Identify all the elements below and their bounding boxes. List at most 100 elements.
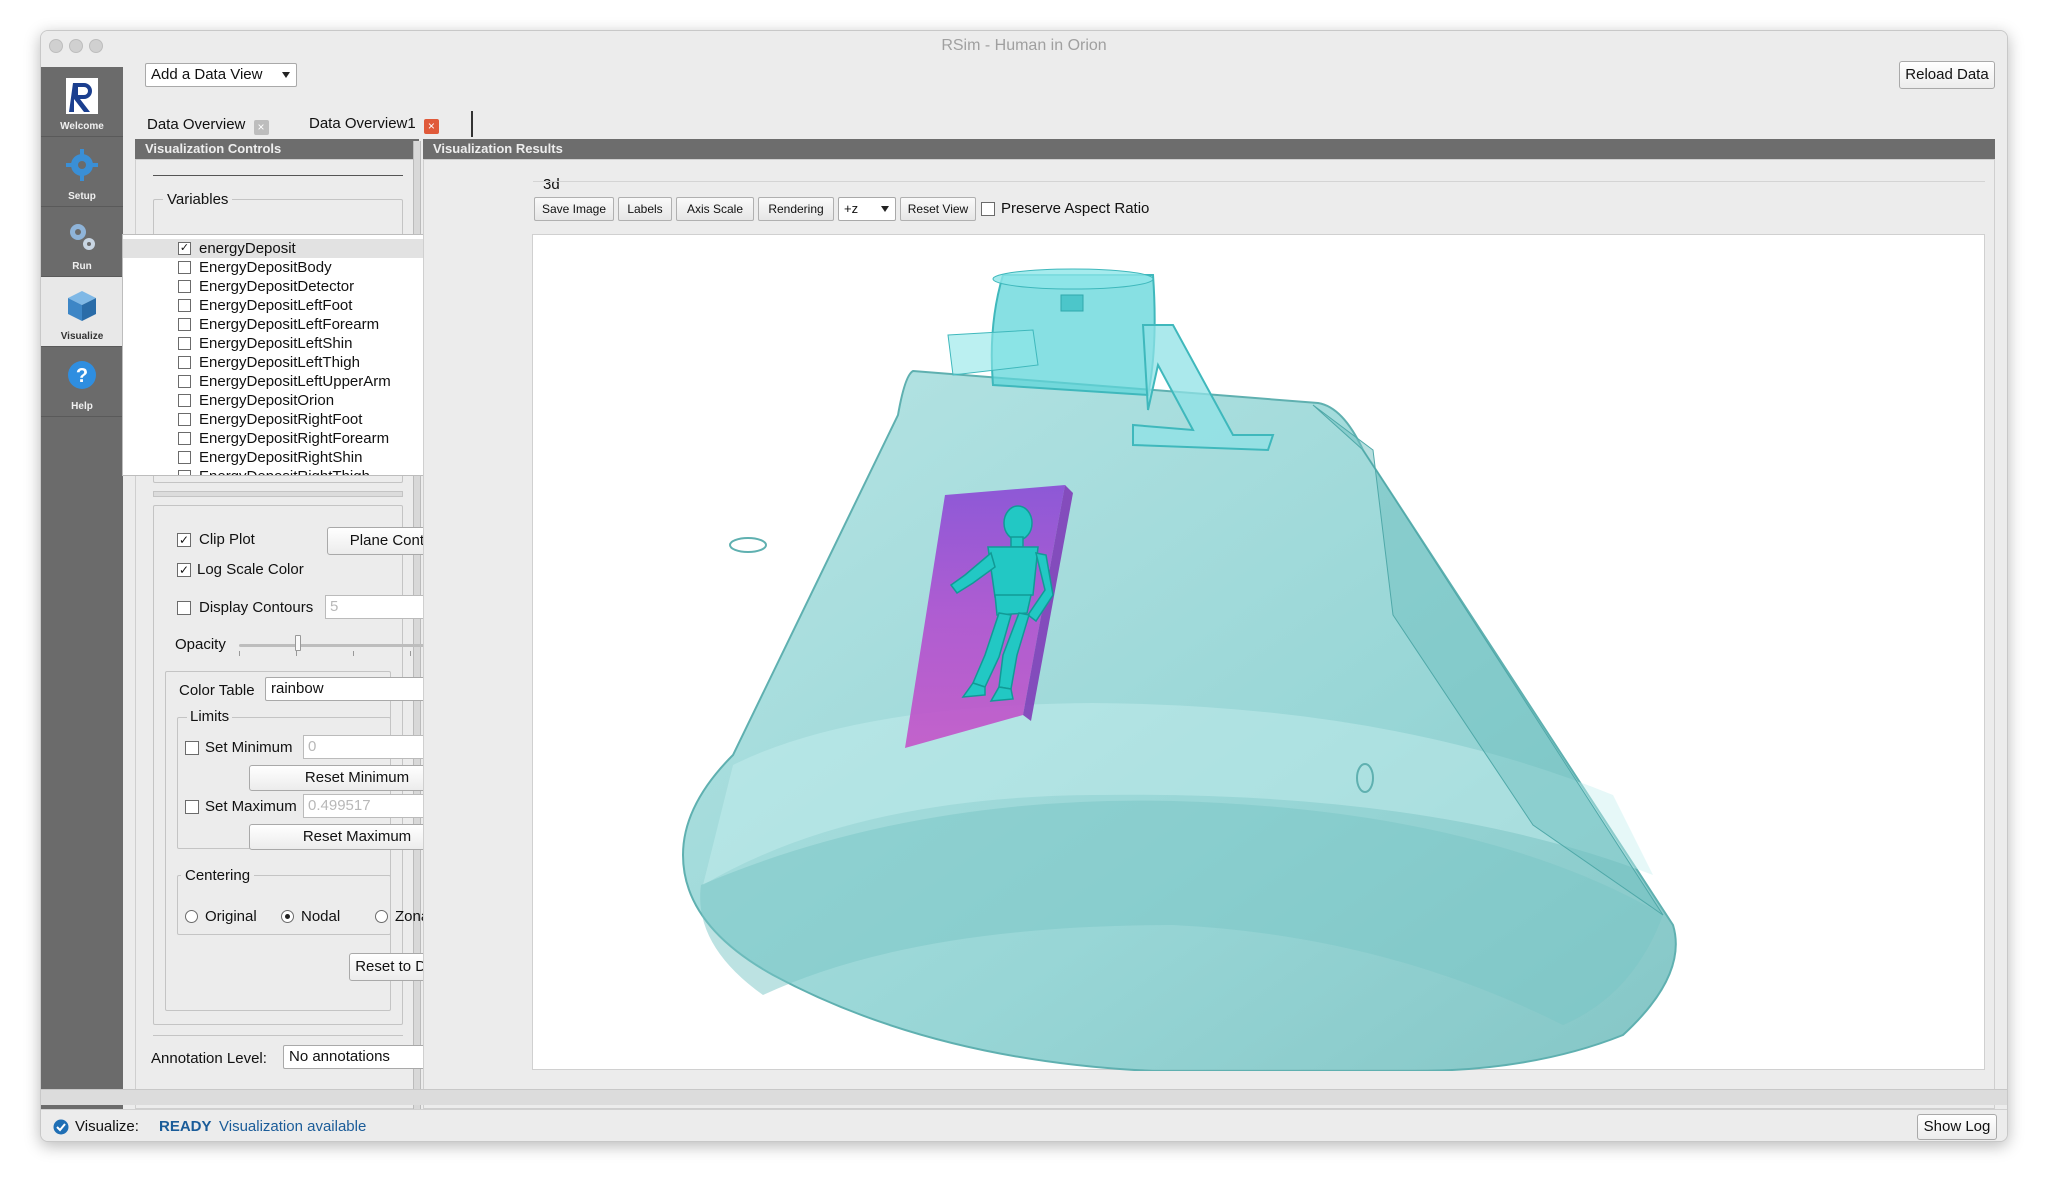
save-image-button[interactable]: Save Image: [534, 197, 614, 221]
centering-nodal-radio[interactable]: [281, 910, 294, 923]
variable-row[interactable]: EnergyDepositLeftShin: [123, 334, 433, 353]
status-label: Visualize:: [75, 1118, 139, 1135]
variable-checkbox[interactable]: [178, 413, 191, 426]
variable-row[interactable]: EnergyDepositLeftFoot: [123, 296, 433, 315]
zoom-window-button[interactable]: [89, 39, 103, 53]
variable-checkbox[interactable]: [178, 337, 191, 350]
variable-checkbox[interactable]: [178, 451, 191, 464]
centering-original-radio[interactable]: [185, 910, 198, 923]
log-scale-checkbox[interactable]: ✓: [177, 563, 191, 577]
tab-data-overview[interactable]: Data Overview ×: [135, 113, 295, 137]
sidebar-item-label: Run: [72, 261, 92, 272]
tab-close-icon[interactable]: ×: [253, 120, 269, 135]
rendering-button[interactable]: Rendering: [758, 197, 834, 221]
gear-icon: [66, 149, 98, 181]
variable-checkbox[interactable]: [178, 261, 191, 274]
variables-title: Variables: [163, 191, 233, 208]
add-data-view-label: Add a Data View: [151, 66, 263, 83]
variable-label: energyDeposit: [199, 240, 296, 257]
variable-checkbox[interactable]: [178, 318, 191, 331]
status-bar: Visualize: READY Visualization available…: [41, 1109, 2007, 1141]
axis-scale-button[interactable]: Axis Scale: [676, 197, 754, 221]
chevron-down-icon: [282, 72, 290, 78]
variable-checkbox[interactable]: [178, 280, 191, 293]
centering-zonal-radio[interactable]: [375, 910, 388, 923]
reload-data-button[interactable]: Reload Data: [1899, 61, 1995, 89]
visualization-results-header: Visualization Results: [423, 139, 1995, 159]
sidebar-item-label: Welcome: [60, 121, 104, 132]
variable-row[interactable]: EnergyDepositDetector: [123, 277, 433, 296]
variable-label: EnergyDepositBody: [199, 259, 332, 276]
clip-plot-checkbox[interactable]: ✓: [177, 533, 191, 547]
opacity-label: Opacity: [175, 636, 226, 653]
set-minimum-checkbox[interactable]: [185, 741, 199, 755]
annotation-level-label: Annotation Level:: [151, 1050, 267, 1067]
sidebar-item-help[interactable]: ? Help: [41, 347, 123, 417]
chevron-down-icon: [881, 206, 889, 212]
variable-label: EnergyDepositLeftFoot: [199, 297, 353, 314]
reset-view-button[interactable]: Reset View: [900, 197, 976, 221]
variable-label: EnergyDepositLeftThigh: [199, 354, 360, 371]
variable-row[interactable]: EnergyDepositOrion: [123, 391, 433, 410]
clip-plot-label: Clip Plot: [199, 531, 255, 548]
tower-top-ring: [992, 268, 1154, 290]
opacity-slider-handle[interactable]: [295, 635, 301, 651]
variable-checkbox[interactable]: ✓: [178, 242, 191, 255]
axis-direction-select[interactable]: +z: [838, 197, 896, 221]
variables-splitter[interactable]: [153, 491, 403, 497]
add-data-view-select[interactable]: Add a Data View: [145, 63, 297, 87]
set-maximum-checkbox[interactable]: [185, 800, 199, 814]
variable-label: EnergyDepositOrion: [199, 392, 335, 409]
labels-button[interactable]: Labels: [618, 197, 672, 221]
gears-icon: [70, 224, 95, 250]
limits-title: Limits: [187, 708, 233, 725]
variable-label: EnergyDepositRightThigh: [199, 467, 370, 475]
divider: [153, 1035, 403, 1036]
sidebar-item-visualize[interactable]: Visualize: [41, 277, 123, 347]
variable-row[interactable]: EnergyDepositLeftUpperArm: [123, 372, 433, 391]
tab-label: Data Overview: [147, 116, 246, 133]
variable-checkbox[interactable]: [178, 432, 191, 445]
variable-row[interactable]: ✓ energyDeposit: [123, 239, 433, 258]
tab-close-icon[interactable]: ×: [423, 119, 439, 134]
close-window-button[interactable]: [49, 39, 63, 53]
centering-original-label: Original: [205, 908, 257, 925]
display-contours-checkbox[interactable]: [177, 601, 191, 615]
tab-label: Data Overview1: [309, 115, 416, 132]
app-window: RSim - Human in Orion Welcome Setup Run …: [40, 30, 2008, 1142]
variable-checkbox[interactable]: [178, 356, 191, 369]
variable-row[interactable]: EnergyDepositLeftThigh: [123, 353, 433, 372]
variable-label: EnergyDepositRightForearm: [199, 430, 390, 447]
variable-row[interactable]: EnergyDepositRightFoot: [123, 410, 433, 429]
orion-3d-render: [681, 268, 1677, 1072]
bottom-splitter[interactable]: [41, 1089, 2007, 1105]
variable-checkbox[interactable]: [178, 470, 191, 475]
tab-data-overview1[interactable]: Data Overview1 ×: [297, 111, 473, 137]
log-scale-label: Log Scale Color: [197, 561, 304, 578]
sidebar-item-run[interactable]: Run: [41, 207, 123, 277]
axis-direction-value: +z: [844, 201, 859, 216]
sidebar-item-welcome[interactable]: Welcome: [41, 67, 123, 137]
variable-checkbox[interactable]: [178, 394, 191, 407]
preserve-aspect-label: Preserve Aspect Ratio: [1001, 200, 1150, 217]
set-maximum-label: Set Maximum: [205, 798, 297, 815]
window-title: RSim - Human in Orion: [941, 37, 1107, 54]
variable-checkbox[interactable]: [178, 375, 191, 388]
render-viewport[interactable]: [532, 234, 1985, 1072]
variable-label: EnergyDepositLeftShin: [199, 335, 353, 352]
capsule-port-detail: [729, 537, 767, 553]
rsim-logo-icon: [66, 78, 98, 114]
variable-row[interactable]: EnergyDepositRightForearm: [123, 429, 433, 448]
variable-row[interactable]: EnergyDepositLeftForearm: [123, 315, 433, 334]
sidebar-item-setup[interactable]: Setup: [41, 137, 123, 207]
divider: [533, 181, 1985, 182]
preserve-aspect-checkbox[interactable]: [981, 202, 995, 216]
minimize-window-button[interactable]: [69, 39, 83, 53]
variable-label: EnergyDepositRightShin: [199, 449, 363, 466]
variable-row[interactable]: EnergyDepositRightThigh: [123, 467, 433, 475]
show-log-button[interactable]: Show Log: [1917, 1114, 1997, 1140]
variable-row[interactable]: EnergyDepositRightShin: [123, 448, 433, 467]
variable-checkbox[interactable]: [178, 299, 191, 312]
variable-row[interactable]: EnergyDepositBody: [123, 258, 433, 277]
variables-list[interactable]: ✓ energyDeposit EnergyDepositBody EnergyDep…: [122, 234, 450, 476]
